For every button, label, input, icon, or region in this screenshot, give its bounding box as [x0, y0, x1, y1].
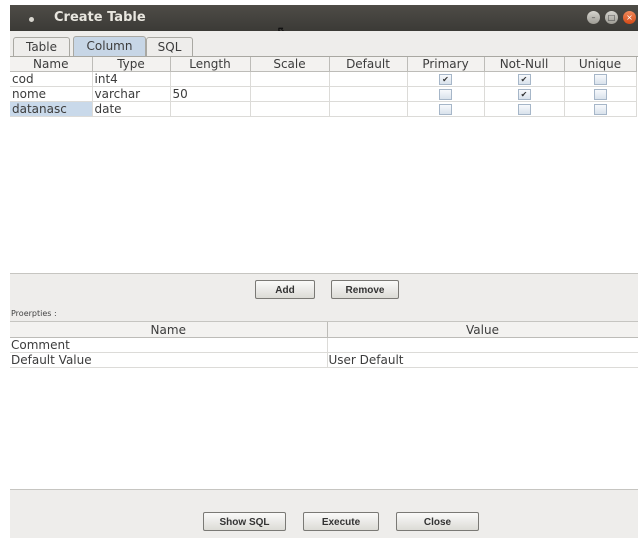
cell-scale[interactable]: [250, 71, 330, 87]
not-null-checkbox[interactable]: [517, 104, 531, 115]
table-row[interactable]: Default Value User Default: [10, 352, 638, 368]
col-header-primary[interactable]: Primary: [407, 57, 485, 72]
tab-strip: Table Column SQL: [10, 34, 638, 57]
cell-default[interactable]: [329, 101, 408, 117]
show-sql-button[interactable]: Show SQL: [203, 512, 286, 531]
table-row[interactable]: Comment: [10, 337, 638, 353]
properties-header-row: Name Value: [10, 322, 638, 338]
cell-default[interactable]: [329, 86, 408, 102]
prop-header-name[interactable]: Name: [10, 322, 328, 338]
prop-value[interactable]: [327, 337, 638, 353]
cell-length[interactable]: [170, 71, 251, 87]
primary-checkbox[interactable]: ✔: [439, 74, 452, 85]
col-header-scale[interactable]: Scale: [250, 57, 330, 72]
not-null-checkbox[interactable]: ✔: [517, 89, 531, 100]
cell-scale[interactable]: [250, 86, 330, 102]
cell-type[interactable]: varchar: [92, 86, 171, 102]
unique-checkbox[interactable]: [593, 104, 607, 115]
cell-name[interactable]: nome: [10, 86, 93, 102]
close-window-icon[interactable]: ×: [623, 11, 636, 24]
col-header-name[interactable]: Name: [10, 57, 93, 72]
window-menu-icon[interactable]: [29, 17, 34, 22]
properties-label: Proerpties :: [11, 309, 57, 318]
dialog-button-bar: Show SQL Execute Close: [10, 489, 638, 538]
maximize-icon[interactable]: □: [605, 11, 618, 24]
tab-table[interactable]: Table: [13, 37, 70, 57]
col-header-default[interactable]: Default: [329, 57, 408, 72]
remove-button[interactable]: Remove: [331, 280, 399, 299]
close-button[interactable]: Close: [396, 512, 479, 531]
title-bar: Create Table – □ ×: [10, 5, 638, 31]
table-row[interactable]: cod int4 ✔ ✔: [10, 71, 637, 87]
cell-default[interactable]: [329, 71, 408, 87]
cell-type[interactable]: int4: [92, 71, 171, 87]
prop-header-value[interactable]: Value: [327, 322, 638, 338]
columns-panel: Name Type Length Scale Default Primary N…: [10, 56, 638, 274]
cell-length[interactable]: [170, 101, 251, 117]
col-header-unique[interactable]: Unique: [564, 57, 637, 72]
primary-checkbox[interactable]: [439, 89, 452, 100]
cell-name[interactable]: cod: [10, 71, 93, 87]
prop-name: Default Value: [10, 352, 328, 368]
tab-sql[interactable]: SQL: [146, 37, 193, 57]
dialog-body: Table Column SQL Name Type Length Scale …: [10, 31, 638, 538]
col-header-type[interactable]: Type: [92, 57, 171, 72]
column-button-bar: Add Remove: [10, 273, 638, 307]
unique-checkbox[interactable]: [593, 74, 607, 85]
cell-length[interactable]: 50: [170, 86, 251, 102]
minimize-icon[interactable]: –: [587, 11, 600, 24]
table-row[interactable]: nome varchar 50 ✔: [10, 86, 637, 102]
col-header-not-null[interactable]: Not-Null: [484, 57, 565, 72]
columns-table: Name Type Length Scale Default Primary N…: [10, 57, 637, 117]
unique-checkbox[interactable]: [593, 89, 607, 100]
window-title: Create Table: [54, 10, 146, 25]
execute-button[interactable]: Execute: [303, 512, 379, 531]
add-button[interactable]: Add: [255, 280, 315, 299]
col-header-length[interactable]: Length: [170, 57, 251, 72]
table-row[interactable]: datanasc date: [10, 101, 637, 117]
not-null-checkbox[interactable]: ✔: [517, 74, 531, 85]
primary-checkbox[interactable]: [439, 104, 452, 115]
cell-type[interactable]: date: [92, 101, 171, 117]
cell-name[interactable]: datanasc: [10, 101, 93, 117]
cell-scale[interactable]: [250, 101, 330, 117]
prop-value[interactable]: User Default: [327, 352, 638, 368]
properties-table: Name Value Comment Default Value User De…: [10, 322, 638, 368]
columns-header-row: Name Type Length Scale Default Primary N…: [10, 57, 637, 72]
tab-column[interactable]: Column: [73, 36, 146, 57]
prop-name: Comment: [10, 337, 328, 353]
